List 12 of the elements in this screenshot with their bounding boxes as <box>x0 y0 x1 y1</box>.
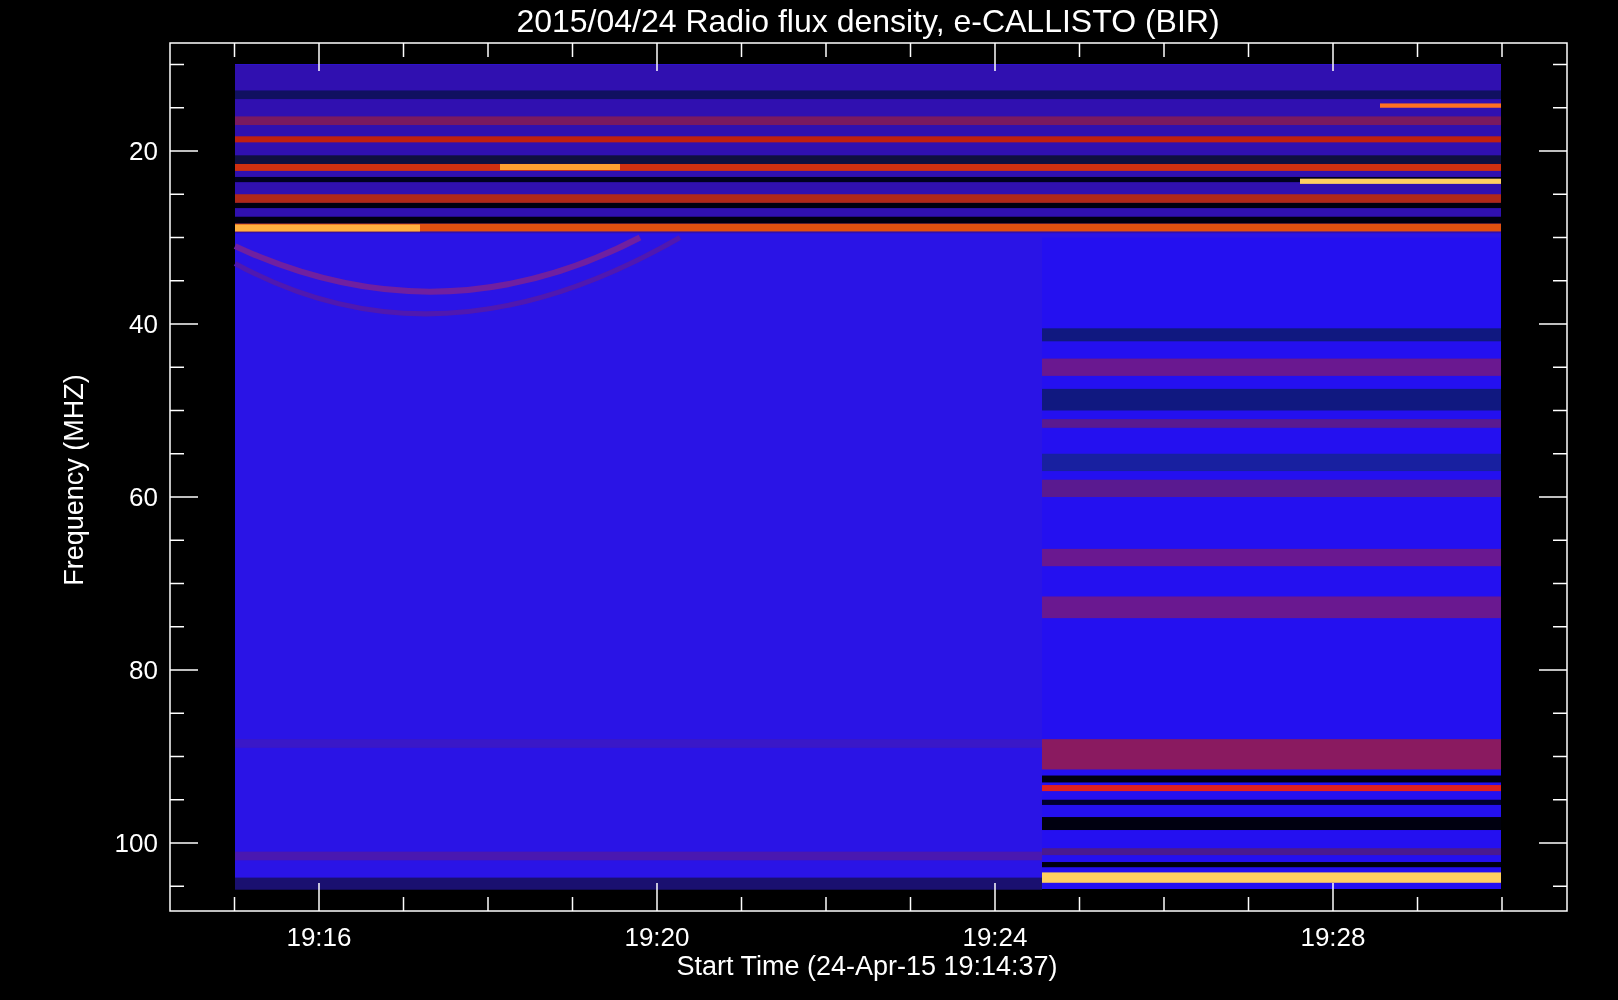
y-tick-label: 40 <box>129 309 158 339</box>
y-tick-label: 80 <box>129 655 158 685</box>
x-tick-label: 19:24 <box>962 922 1028 952</box>
x-tick-label: 19:28 <box>1300 922 1366 952</box>
x-tick-label: 19:16 <box>286 922 352 952</box>
chart-title: 2015/04/24 Radio flux density, e-CALLISTO (BIR) <box>516 3 1220 39</box>
x-axis-label: Start Time (24-Apr-15 19:14:37) <box>676 951 1058 981</box>
y-axis-label: Frequency (MHZ) <box>59 374 89 586</box>
y-tick-label: 60 <box>129 482 158 512</box>
y-tick-label: 20 <box>129 136 158 166</box>
x-tick-label: 19:20 <box>624 922 690 952</box>
y-tick-label: 100 <box>114 828 158 858</box>
